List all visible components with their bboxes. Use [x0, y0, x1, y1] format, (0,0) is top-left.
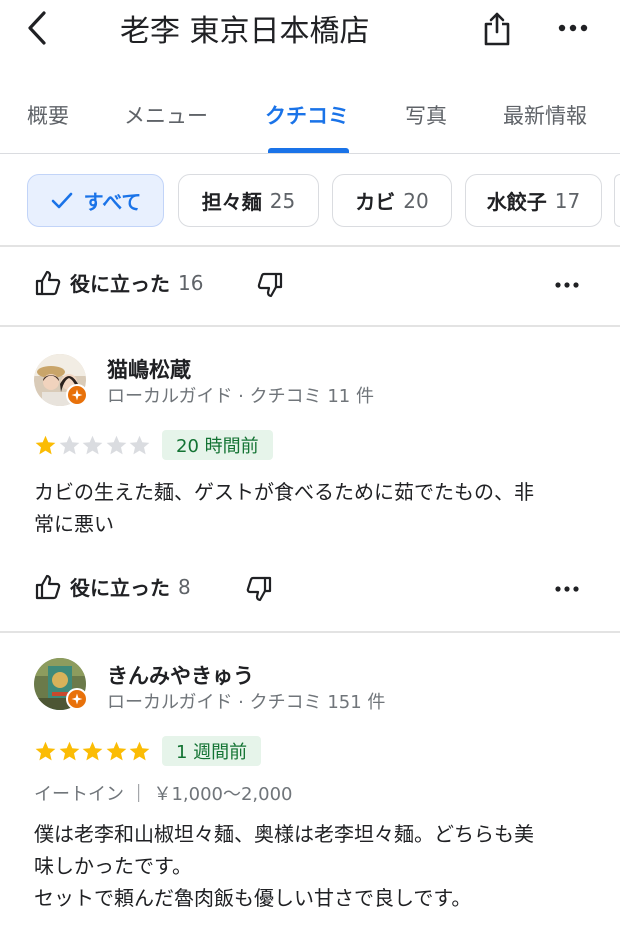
- star-filled-icon: [129, 741, 150, 761]
- star-empty-icon: [129, 435, 150, 455]
- review-more-button[interactable]: [552, 574, 582, 604]
- page-title: 老李 東京日本橋店: [120, 14, 370, 49]
- review-actions: 役に立った 8: [0, 564, 620, 614]
- share-button[interactable]: [480, 8, 514, 48]
- more-horizontal-icon: [558, 24, 588, 32]
- helpful-count: 8: [178, 574, 191, 599]
- filter-chips: すべて 担々麺 25 カビ 20 水餃子 17: [0, 174, 620, 228]
- review-more-button[interactable]: [552, 270, 582, 300]
- chip-mold[interactable]: カビ 20: [332, 174, 452, 227]
- chip-all[interactable]: すべて: [27, 174, 164, 227]
- tab-menu[interactable]: メニュー: [124, 100, 208, 130]
- chevron-left-icon: [28, 11, 46, 45]
- star-empty-icon: [106, 435, 126, 455]
- more-horizontal-icon: [555, 586, 579, 592]
- not-helpful-button[interactable]: [253, 268, 287, 302]
- reviewer-name[interactable]: 猫嶋松蔵: [107, 354, 191, 384]
- review-actions: 役に立った 16: [0, 260, 620, 310]
- chip-count: 17: [554, 188, 581, 213]
- star-filled-icon: [82, 741, 103, 761]
- chip-label: 担々麺: [201, 190, 262, 214]
- avatar[interactable]: [34, 354, 88, 406]
- star-filled-icon: [35, 435, 56, 455]
- check-icon: [51, 192, 72, 208]
- chip-label: すべて: [83, 190, 142, 214]
- thumbs-down-icon: [246, 576, 272, 602]
- dine-info: イートイン ｜ ￥1,000〜2,000: [34, 784, 293, 805]
- chip-next-partial[interactable]: [614, 174, 620, 227]
- reviewer-meta: ローカルガイド · クチコミ 11 件: [107, 386, 374, 407]
- thumbs-up-icon: [35, 270, 61, 295]
- tab-updates[interactable]: 最新情報: [503, 100, 587, 130]
- star-badge-icon: [71, 389, 83, 401]
- app-header: 老李 東京日本橋店: [0, 0, 620, 62]
- review-time-badge: 1 週間前: [162, 736, 262, 766]
- chip-tantanmen[interactable]: 担々麺 25: [178, 174, 319, 227]
- star-filled-icon: [35, 741, 56, 761]
- review-text: 僕は老李和山椒坦々麺、奥様は老李坦々麺。どちらも美 味しかったです。 セットで頼…: [34, 822, 534, 910]
- star-filled-icon: [59, 741, 79, 761]
- reviewer-meta: ローカルガイド · クチコミ 151 件: [107, 692, 386, 713]
- tab-photos[interactable]: 写真: [405, 100, 447, 130]
- not-helpful-button[interactable]: [242, 572, 276, 606]
- thumbs-up-icon: [35, 574, 61, 599]
- chip-label: カビ: [355, 190, 396, 214]
- back-button[interactable]: [22, 8, 52, 48]
- more-options-button[interactable]: [556, 12, 590, 44]
- helpful-label: 役に立った: [70, 576, 170, 600]
- avatar[interactable]: [34, 658, 88, 710]
- helpful-label: 役に立った: [70, 272, 170, 296]
- local-guide-badge: [66, 688, 88, 710]
- share-icon: [484, 12, 510, 46]
- review-time-badge: 20 時間前: [162, 430, 273, 460]
- tab-bar: 概要 メニュー クチコミ 写真 最新情報: [0, 86, 620, 154]
- reviewer-name[interactable]: きんみやきゅう: [107, 660, 254, 690]
- star-rating: [34, 740, 152, 763]
- star-empty-icon: [59, 435, 79, 455]
- divider: [0, 245, 620, 247]
- helpful-count: 16: [178, 270, 204, 295]
- review-card: きんみやきゅう ローカルガイド · クチコミ 151 件 1 週間前 イートイン…: [0, 632, 620, 942]
- tab-reviews[interactable]: クチコミ: [265, 100, 349, 130]
- active-tab-indicator: [268, 148, 349, 153]
- review-card: 猫嶋松蔵 ローカルガイド · クチコミ 11 件 20 時間前 カビの生えた麺、…: [0, 326, 620, 632]
- local-guide-badge: [66, 384, 88, 406]
- chip-count: 20: [403, 188, 429, 213]
- chip-label: 水餃子: [486, 190, 547, 214]
- chip-count: 25: [269, 188, 296, 213]
- review-text: カビの生えた麺、ゲストが食べるために茹でたもの、非 常に悪い: [34, 480, 534, 536]
- more-horizontal-icon: [555, 282, 579, 288]
- star-filled-icon: [106, 741, 126, 761]
- star-empty-icon: [82, 435, 103, 455]
- star-badge-icon: [71, 693, 83, 705]
- star-rating: [34, 434, 152, 457]
- thumbs-down-icon: [257, 272, 283, 298]
- helpful-button[interactable]: 役に立った 8: [34, 572, 191, 601]
- helpful-button[interactable]: 役に立った 16: [34, 268, 203, 297]
- chip-gyoza[interactable]: 水餃子 17: [465, 174, 602, 227]
- tab-overview[interactable]: 概要: [27, 100, 69, 130]
